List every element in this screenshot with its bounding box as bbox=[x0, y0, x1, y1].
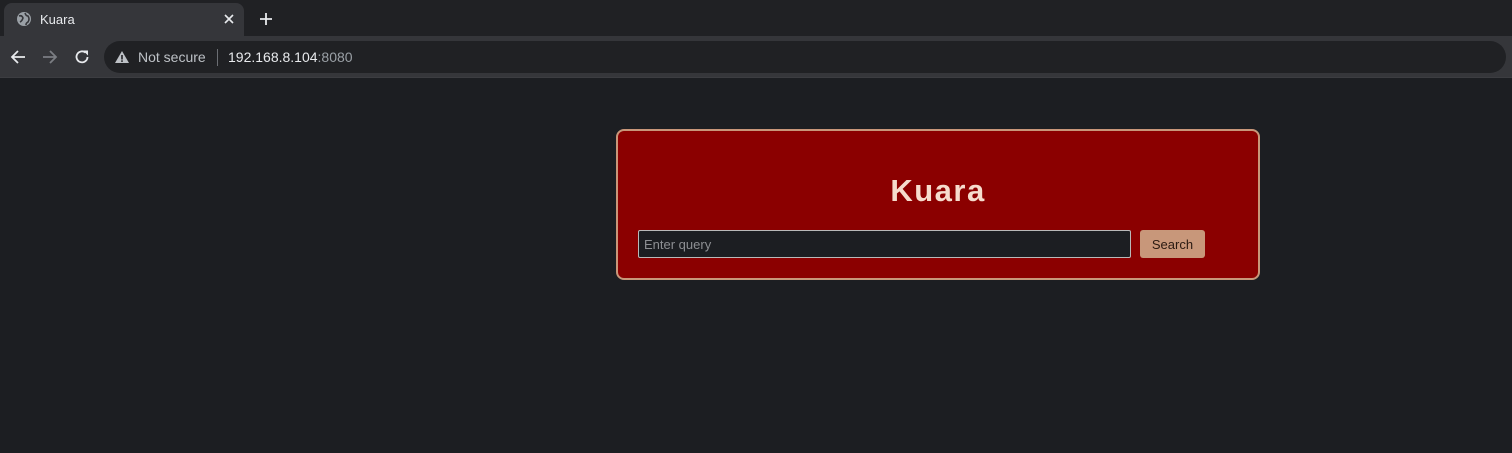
search-card: Kuara Search bbox=[616, 129, 1260, 280]
browser-toolbar: Not secure 192.168.8.104:8080 bbox=[0, 36, 1512, 78]
search-input[interactable] bbox=[638, 230, 1131, 258]
arrow-left-icon[interactable] bbox=[6, 45, 30, 69]
url-text[interactable]: 192.168.8.104:8080 bbox=[228, 49, 353, 65]
url-port: :8080 bbox=[317, 49, 353, 65]
tab-title: Kuara bbox=[40, 12, 75, 27]
tab-kuara[interactable]: Kuara bbox=[4, 3, 244, 36]
url-host: 192.168.8.104 bbox=[228, 49, 318, 65]
page-title: Kuara bbox=[890, 173, 986, 208]
globe-icon bbox=[16, 11, 32, 27]
address-divider bbox=[217, 49, 218, 66]
warning-triangle-icon[interactable] bbox=[114, 49, 130, 65]
security-label[interactable]: Not secure bbox=[138, 49, 206, 65]
address-bar[interactable]: Not secure 192.168.8.104:8080 bbox=[104, 41, 1506, 73]
search-button[interactable]: Search bbox=[1140, 230, 1205, 258]
plus-icon[interactable] bbox=[255, 8, 277, 30]
close-icon[interactable] bbox=[220, 10, 238, 28]
page-content: Kuara Search bbox=[0, 79, 1512, 453]
arrow-right-icon[interactable] bbox=[38, 45, 62, 69]
tab-strip: Kuara bbox=[0, 0, 1512, 36]
reload-icon[interactable] bbox=[70, 45, 94, 69]
